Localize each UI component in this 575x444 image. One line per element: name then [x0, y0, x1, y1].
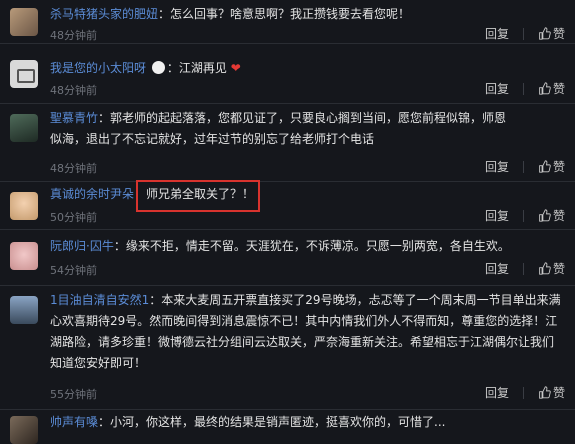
thumbs-up-icon [539, 386, 551, 399]
avatar[interactable] [10, 416, 38, 444]
username-link[interactable]: 帅声有嗓 [50, 415, 98, 429]
avatar[interactable] [10, 242, 38, 270]
avatar[interactable] [10, 60, 38, 88]
list-item: 我是您的小太阳呀 ：江湖再见 ❤ 48分钟前 回复 赞 [0, 44, 575, 104]
timestamp: 48分钟前 [50, 162, 97, 175]
username-link[interactable]: 杀马特猪头家的肥妞 [50, 7, 158, 21]
list-item: 聖慕青竹：郭老师的起起落落，您都见证了，只要良心搁到当间，愿您前程似锦，师恩似海… [0, 104, 575, 182]
username-link[interactable]: 真诚的余时尹朵 [50, 187, 134, 201]
reply-button[interactable]: 回复 [485, 25, 509, 42]
list-item: 帅声有嗓：小河，你这样，最终的结果是销声匿迹，挺喜欢你的，可惜了... [0, 410, 575, 444]
emoji-icon [151, 61, 165, 74]
thumbs-up-icon [539, 262, 551, 275]
thumbs-up-icon [539, 27, 551, 40]
reply-button[interactable]: 回复 [485, 80, 509, 97]
like-button[interactable]: 赞 [538, 80, 565, 97]
divider [522, 160, 524, 173]
comment-text: 怎么回事？啥意思啊？我正攒钱要去看您呢！ [170, 7, 411, 21]
comment-text: 小河，你这样，最终的结果是销声匿迹，挺喜欢你的，可惜了... [110, 415, 446, 429]
username-link[interactable]: 我是您的小太阳呀 [50, 61, 146, 75]
timestamp: 54分钟前 [50, 264, 97, 277]
comment-text: 郭老师的起起落落，您都见证了，只要良心搁到当间，愿您前程似锦，师恩似海，退出了不… [50, 111, 507, 146]
thumbs-up-icon [539, 82, 551, 95]
username-link[interactable]: 阮郎归·囚牛 [50, 239, 114, 253]
timestamp: 55分钟前 [50, 388, 97, 401]
timestamp: 48分钟前 [50, 84, 97, 97]
divider [522, 27, 524, 40]
thumbs-up-icon [539, 209, 551, 222]
reply-button[interactable]: 回复 [485, 260, 509, 277]
username-link[interactable]: 聖慕青竹 [50, 111, 98, 125]
highlight-box [136, 180, 260, 212]
divider [522, 386, 524, 399]
divider [522, 209, 524, 222]
like-button[interactable]: 赞 [538, 260, 565, 277]
divider [522, 262, 524, 275]
timestamp: 48分钟前 [50, 29, 97, 42]
reply-button[interactable]: 回复 [485, 207, 509, 224]
thumbs-up-icon [539, 160, 551, 173]
list-item: 真诚的余时尹朵：师兄弟全取关了？！ 50分钟前 回复 赞 [0, 182, 575, 230]
heart-icon: ❤ [230, 61, 241, 75]
username-link[interactable]: 1目油自清自安然1 [50, 293, 149, 307]
avatar[interactable] [10, 192, 38, 220]
avatar[interactable] [10, 114, 38, 142]
avatar[interactable] [10, 8, 38, 36]
divider [522, 82, 524, 95]
comment-text: 江湖再见 [178, 61, 227, 75]
like-button[interactable]: 赞 [538, 384, 565, 401]
avatar[interactable] [10, 296, 38, 324]
reply-button[interactable]: 回复 [485, 384, 509, 401]
timestamp: 50分钟前 [50, 211, 97, 224]
like-button[interactable]: 赞 [538, 158, 565, 175]
comment-feed: 杀马特猪头家的肥妞：怎么回事？啥意思啊？我正攒钱要去看您呢！ 48分钟前 回复 … [0, 0, 575, 444]
like-button[interactable]: 赞 [538, 207, 565, 224]
list-item: 阮郎归·囚牛：缘来不拒，情走不留。天涯犹在，不诉薄凉。只愿一别两宽，各自生欢。 … [0, 230, 575, 286]
reply-button[interactable]: 回复 [485, 158, 509, 175]
list-item: 杀马特猪头家的肥妞：怎么回事？啥意思啊？我正攒钱要去看您呢！ 48分钟前 回复 … [0, 0, 575, 44]
like-button[interactable]: 赞 [538, 25, 565, 42]
list-item: 1目油自清自安然1：本来大麦周五开票直接买了29号晚场，忐忑等了一个周末周一节目… [0, 286, 575, 410]
comment-text: 缘来不拒，情走不留。天涯犹在，不诉薄凉。只愿一别两宽，各自生欢。 [125, 239, 510, 253]
